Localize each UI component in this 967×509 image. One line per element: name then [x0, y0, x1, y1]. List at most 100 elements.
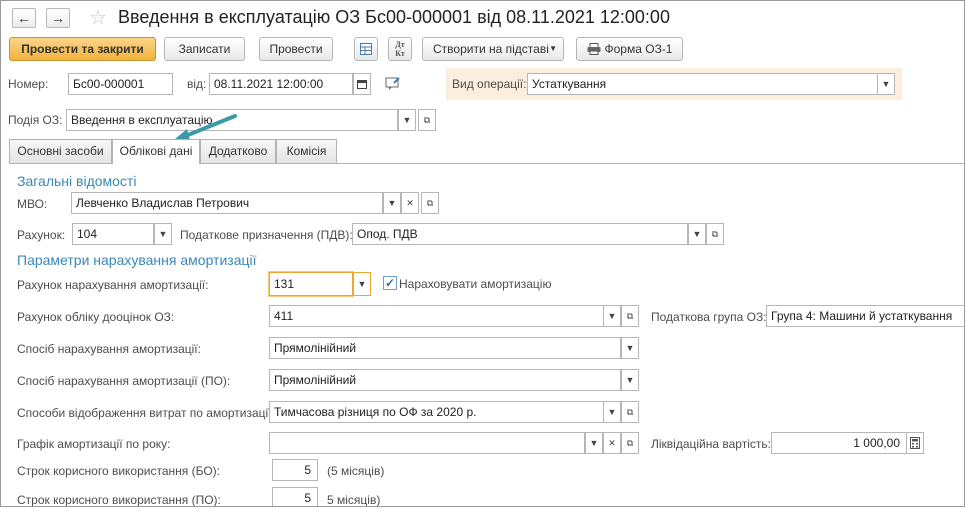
mvo-dropdown-button[interactable]: ▼	[383, 192, 401, 214]
schedule-dropdown-button[interactable]: ▼	[585, 432, 603, 454]
tab-additional[interactable]: Додатково	[200, 139, 276, 163]
reval-account-open-button[interactable]: ⧉	[621, 305, 639, 327]
calendar-icon	[357, 80, 367, 89]
save-button[interactable]: Записати	[164, 37, 245, 61]
expense-field[interactable]: Тимчасова різниця по ОФ за 2020 р.	[269, 401, 605, 423]
open-icon: ⧉	[423, 115, 431, 125]
dt-kt-icon: Дт Кт	[395, 40, 405, 58]
tab-accounting-data[interactable]: Облікові дані	[112, 139, 200, 164]
life-po-field[interactable]: 5	[272, 487, 318, 506]
print-preview-button[interactable]	[354, 37, 378, 61]
forward-button[interactable]: →	[46, 8, 70, 28]
tax-purpose-dropdown-button[interactable]: ▼	[688, 223, 706, 245]
create-based-on-dropdown[interactable]: Створити на підставі ▼	[422, 37, 564, 61]
open-icon: ⧉	[711, 229, 719, 239]
dropdown-arrow-icon: ▼	[692, 229, 702, 239]
liquidation-label: Ліквідаційна вартість:	[651, 437, 771, 451]
calendar-button[interactable]	[353, 73, 371, 95]
dropdown-arrow-icon: ▼	[387, 198, 397, 208]
dropdown-arrow-icon: ▼	[625, 375, 635, 385]
life-bo-note: (5 місяців)	[327, 464, 385, 478]
clear-icon: ✕	[406, 198, 414, 208]
dropdown-arrow-icon: ▼	[549, 44, 557, 53]
clear-icon: ✕	[608, 438, 616, 448]
liquidation-field[interactable]: 1 000,00	[771, 432, 907, 454]
dep-account-dropdown-button[interactable]: ▼	[353, 272, 371, 296]
operation-dropdown-button[interactable]: ▼	[877, 73, 895, 95]
expense-dropdown-button[interactable]: ▼	[603, 401, 621, 423]
dep-account-field[interactable]: 131	[269, 272, 353, 296]
back-button[interactable]: ←	[12, 8, 36, 28]
accrue-depreciation-checkbox[interactable]: ✓	[383, 276, 397, 290]
life-bo-field[interactable]: 5	[272, 459, 318, 481]
method-dropdown-button[interactable]: ▼	[621, 337, 639, 359]
schedule-clear-button[interactable]: ✕	[603, 432, 621, 454]
dropdown-arrow-icon: ▼	[589, 438, 599, 448]
forward-arrow-icon: →	[51, 10, 65, 26]
account-dropdown-button[interactable]: ▼	[154, 223, 172, 245]
back-arrow-icon: ←	[17, 10, 31, 26]
account-field[interactable]: 104	[72, 223, 154, 245]
schedule-label: Графік амортизації по року:	[17, 437, 171, 451]
comment-icon[interactable]	[385, 77, 401, 94]
expense-label: Способи відображення витрат по амортизац…	[17, 406, 275, 420]
tax-group-field[interactable]: Група 4: Машини й устаткування	[766, 305, 964, 327]
mvo-field[interactable]: Левченко Владислав Петрович	[71, 192, 383, 214]
tax-group-label: Податкова група ОЗ:	[651, 310, 767, 324]
reval-account-field[interactable]: 411	[269, 305, 605, 327]
open-icon: ⧉	[426, 198, 434, 208]
document-grid-icon	[360, 43, 372, 55]
document-window: ← → ☆ Введення в експлуатацію ОЗ Бс00-00…	[0, 0, 965, 507]
active-tab-gap	[113, 162, 199, 164]
mvo-open-button[interactable]: ⧉	[421, 192, 439, 214]
calculator-button[interactable]	[906, 432, 924, 454]
post-and-close-button[interactable]: Провести та закрити	[9, 37, 156, 61]
open-icon: ⧉	[626, 311, 634, 321]
reval-account-dropdown-button[interactable]: ▼	[603, 305, 621, 327]
expense-open-button[interactable]: ⧉	[621, 401, 639, 423]
method-po-label: Спосіб нарахування амортизації (ПО):	[17, 374, 231, 388]
page-title: Введення в експлуатацію ОЗ Бс00-000001 в…	[118, 7, 670, 27]
mvo-clear-button[interactable]: ✕	[401, 192, 419, 214]
method-label: Спосіб нарахування амортизації:	[17, 342, 201, 356]
method-field[interactable]: Прямолінійний	[269, 337, 621, 359]
reval-account-label: Рахунок обліку дооцінок ОЗ:	[17, 310, 175, 324]
dropdown-arrow-icon: ▼	[625, 343, 635, 353]
dep-account-label: Рахунок нарахування амортизації:	[17, 278, 209, 292]
event-label: Подія ОЗ:	[8, 113, 63, 127]
method-po-dropdown-button[interactable]: ▼	[621, 369, 639, 391]
date-label: від:	[187, 77, 207, 91]
tab-main-assets[interactable]: Основні засоби	[9, 139, 112, 163]
favorite-star-icon[interactable]: ☆	[89, 5, 107, 30]
checkmark-icon: ✓	[384, 276, 396, 290]
dropdown-arrow-icon: ▼	[881, 79, 891, 89]
schedule-field[interactable]	[269, 432, 585, 454]
account-label: Рахунок:	[17, 228, 66, 242]
life-bo-label: Строк корисного використання (БО):	[17, 464, 220, 478]
dropdown-arrow-icon: ▼	[357, 279, 367, 289]
dt-kt-button[interactable]: Дт Кт	[388, 37, 412, 61]
operation-label: Вид операції:	[452, 77, 527, 91]
dropdown-arrow-icon: ▼	[607, 407, 617, 417]
general-section-title: Загальні відомості	[17, 173, 137, 189]
printer-icon	[587, 43, 600, 55]
form-oz1-button[interactable]: Форма ОЗ-1	[576, 37, 683, 61]
schedule-open-button[interactable]: ⧉	[621, 432, 639, 454]
life-po-note: 5 місяців)	[327, 493, 381, 507]
date-field[interactable]: 08.11.2021 12:00:00	[209, 73, 353, 95]
event-open-button[interactable]: ⧉	[418, 109, 436, 131]
calculator-icon	[910, 437, 920, 449]
dropdown-arrow-icon: ▼	[158, 229, 168, 239]
post-button[interactable]: Провести	[259, 37, 333, 61]
tax-purpose-field[interactable]: Опод. ПДВ	[352, 223, 688, 245]
number-field[interactable]: Бс00-000001	[68, 73, 173, 95]
life-po-label: Строк корисного використання (ПО):	[17, 493, 221, 507]
method-po-field[interactable]: Прямолінійний	[269, 369, 621, 391]
number-label: Номер:	[8, 77, 49, 91]
open-icon: ⧉	[626, 407, 634, 417]
operation-field[interactable]: Устаткування	[527, 73, 883, 95]
tab-commission[interactable]: Комісія	[276, 139, 337, 163]
tax-purpose-open-button[interactable]: ⧉	[706, 223, 724, 245]
event-dropdown-button[interactable]: ▼	[398, 109, 416, 131]
tax-purpose-label: Податкове призначення (ПДВ):	[180, 228, 353, 242]
